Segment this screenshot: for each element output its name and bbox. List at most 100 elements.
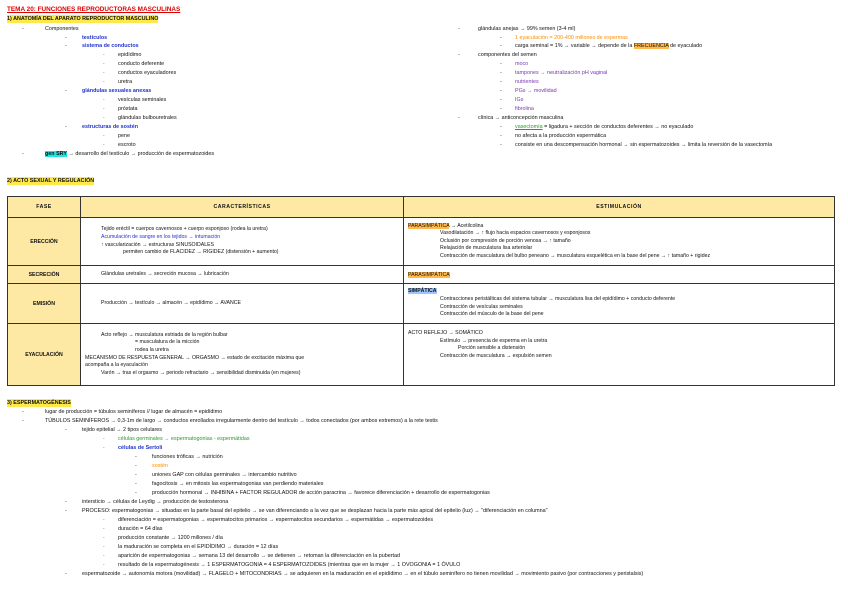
parasimpatica-badge: PARASIMPÁTICA	[408, 222, 450, 229]
eyaculacion-count: 1 eyaculación = 200-400 millones de espe…	[515, 35, 628, 41]
bullet: ·	[103, 115, 105, 121]
esp-l10: producción hormonal → INHIBINA + FACTOR …	[152, 490, 490, 496]
simpatica-badge: SIMPÁTICA	[408, 288, 437, 295]
secrecion-caracteristicas: Glándulas uretrales → secreción mucosa →…	[80, 265, 404, 284]
glandulas-anexas: glándulas sexuales anexas	[82, 88, 152, 94]
fase-emision: EMISIÓN	[7, 283, 81, 324]
bullet: ·	[103, 61, 105, 67]
carga-text: carga seminal = 1% → variable → depende …	[515, 43, 634, 49]
bullet: -	[135, 490, 137, 496]
semen-anejas: glándulas anejas → 99% semen (3-4 ml)	[478, 26, 576, 32]
esp-l11: intersticio → células de Leydig → produc…	[82, 499, 229, 505]
eya-c4: MECANISMO DE RESPUESTA GENERAL → ORGASMO…	[85, 354, 305, 361]
col-estimulacion: ESTIMULACIÓN	[403, 196, 835, 218]
estructuras-soston: estructuras de sostén	[82, 124, 139, 130]
bullet: -	[500, 88, 502, 94]
conducto-deferente: conducto deferente	[118, 61, 165, 67]
secrecion-estimulacion: PARASIMPÁTICA	[403, 265, 835, 284]
esp-l16: la maduración se completa en el EPIDÍDIM…	[118, 544, 279, 550]
tampones: tampones → neutralización pH vaginal	[515, 70, 608, 76]
bullet: -	[135, 463, 137, 469]
col-caracteristicas: CARACTERÍSTICAS	[80, 196, 404, 218]
bullet: ·	[103, 553, 105, 559]
bullet: -	[500, 124, 502, 130]
esp-l6: funciones tróficas → nutrición	[152, 454, 223, 460]
vasectomia-line: vasectomía = ligadura + sección de condu…	[515, 123, 693, 131]
bullet: -	[22, 418, 24, 424]
bullet: -	[65, 427, 67, 433]
componentes-label: Componentes	[45, 26, 79, 32]
bullet: ·	[103, 526, 105, 532]
emision-estimulacion: SIMPÁTICA Contracciones peristálticas de…	[403, 283, 835, 324]
bullet: ·	[103, 517, 105, 523]
page-title: TEMA 20: FUNCIONES REPRODUCTORAS MASCULI…	[7, 6, 181, 13]
bullet: -	[22, 409, 24, 415]
esp-l14: duración = 64 días	[118, 526, 163, 532]
pene: pene	[118, 133, 130, 139]
eya-c3: rodea la uretra	[135, 346, 169, 353]
vesiculas-seminales: vesículas seminales	[118, 97, 167, 103]
moco: moco	[515, 61, 529, 67]
bullet: -	[500, 35, 502, 41]
fibrolina: fibrolina	[515, 106, 534, 112]
bullet: -	[65, 571, 67, 577]
bullet: ·	[103, 106, 105, 112]
bullet: ·	[103, 52, 105, 58]
esp-l15: producción constante → 1200 millones / d…	[118, 535, 223, 541]
ereccion-caracteristicas: Tejido eréctil = cuerpos cavernosos + cu…	[80, 217, 404, 266]
bullet: ·	[103, 142, 105, 148]
erec-c4: permiten cambio de FLACIDEZ → RIGIDEZ (d…	[123, 249, 279, 256]
fase-secrecion: SECRECIÓN	[7, 265, 81, 284]
bullet: -	[500, 133, 502, 139]
eyaculacion-estimulacion: ACTO REFLEJO → SOMÁTICO Estímulo → prese…	[403, 323, 835, 386]
bullet: -	[65, 43, 67, 49]
eya-e1: ACTO REFLEJO → SOMÁTICO	[408, 330, 483, 336]
eyaculacion-caracteristicas: Acto reflejo → musculatura estriada de l…	[80, 323, 404, 386]
sistema-conductos: sistema de conductos	[82, 43, 139, 49]
bullet: ·	[103, 562, 105, 568]
bullet: -	[65, 499, 67, 505]
bullet: -	[135, 481, 137, 487]
eya-e4: Contracción de musculatura → expulsión s…	[440, 352, 552, 359]
eya-c6: Varón → tras el orgasmo → periodo refrac…	[101, 369, 301, 376]
ereccion-estimulacion: PARASIMPÁTICA → Acetilcolina Vasodilatac…	[403, 217, 835, 266]
componentes-semen: componentes del semen	[478, 52, 537, 58]
gen-sry-line: gen SRY → desarrollo del testículo → pro…	[45, 150, 214, 158]
eya-c2: = musculatura de la micción	[135, 339, 200, 346]
frecuencia: FRECUENCIA	[633, 43, 669, 49]
no-afecta: no afecta a la producción espermática	[515, 133, 607, 139]
prostata: próstata	[118, 106, 138, 112]
clinica: clínica → anticoncepción masculina	[478, 115, 564, 121]
bullet: -	[500, 61, 502, 67]
nutrientes: nutrientes	[515, 79, 539, 85]
section-2-heading: 2) ACTO SEXUAL Y REGULACIÓN	[7, 177, 95, 185]
bullet: -	[500, 97, 502, 103]
section-3-heading: 3) ESPERMATOGÉNESIS	[7, 399, 71, 407]
bullet: ·	[103, 445, 105, 451]
bullet: ·	[103, 133, 105, 139]
bullet: -	[500, 106, 502, 112]
erec-c3: ↑ vascularización → estructuras SINUSOID…	[101, 241, 215, 248]
parasimpatica-badge: PARASIMPÁTICA	[408, 271, 450, 278]
bullet: -	[500, 70, 502, 76]
bullet: -	[458, 52, 460, 58]
vasectomia: vasectomía	[515, 124, 543, 130]
eya-e2: Estímulo → presencia de esperma en la ur…	[440, 337, 548, 344]
esp-l7: sostén	[152, 463, 168, 469]
erec-e2: Vasodilatación → ↑ flujo hacia espacios …	[440, 230, 591, 237]
bullet: -	[500, 142, 502, 148]
col-fase: FASE	[7, 196, 81, 218]
esp-l8: uniones GAP con células germinales → int…	[152, 472, 297, 478]
bullet: ·	[103, 436, 105, 442]
esp-l17: aparición de espermatogonias → semana 13…	[118, 553, 400, 559]
erec-e3: Oclusión por compresión de porción venos…	[440, 237, 571, 244]
escroto: escroto	[118, 142, 136, 148]
descompensacion: consiste en una descompensación hormonal…	[515, 142, 773, 148]
emision-caracteristicas: Producción → testículo → almacén → epidí…	[80, 283, 404, 324]
bullet: -	[458, 115, 460, 121]
gen-sry: gen SRY	[45, 151, 67, 157]
esp-l13: diferenciación = espermatogonias → esper…	[118, 517, 434, 523]
bullet: -	[22, 26, 24, 32]
bullet: -	[135, 454, 137, 460]
uretra: uretra	[118, 79, 133, 85]
